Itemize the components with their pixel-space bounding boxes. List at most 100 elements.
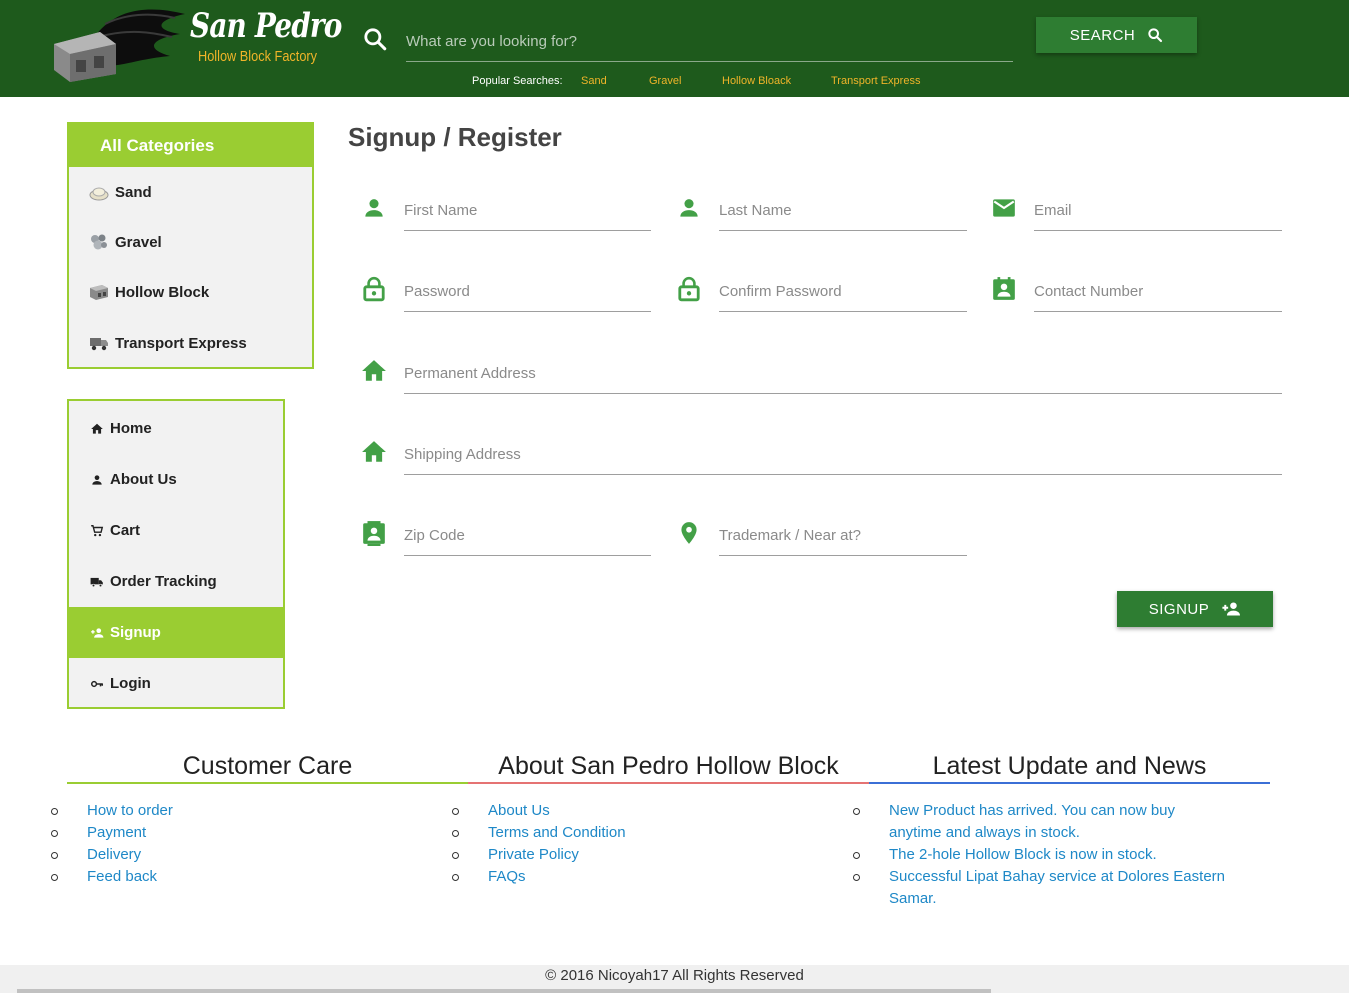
first-name-field-group <box>361 191 651 231</box>
contact-card-icon <box>363 521 385 546</box>
person-icon <box>680 199 698 217</box>
footer-section-title: Customer Care <box>67 752 468 784</box>
confirm-password-input[interactable] <box>719 272 967 312</box>
footer-news-list: New Product has arrived. You can now buy… <box>851 800 1229 910</box>
shipping-address-field-group <box>361 435 1282 475</box>
search-button-label: SEARCH <box>1069 26 1136 44</box>
nav-item-cart[interactable]: Cart <box>69 505 283 556</box>
person-add-icon <box>1222 602 1241 616</box>
category-label: Hollow Block <box>115 283 210 301</box>
footer-link-delivery[interactable]: Delivery <box>49 844 429 866</box>
contact-number-field-group <box>991 272 1282 312</box>
person-icon <box>365 199 383 217</box>
hollow-block-icon <box>90 285 108 300</box>
footer-link-list: About Us Terms and Condition Private Pol… <box>450 800 830 888</box>
zip-code-field-group <box>361 516 651 556</box>
search-icon <box>1148 28 1163 43</box>
last-name-input[interactable] <box>719 191 967 231</box>
nav-panel: Home About Us Cart Order Tracking Signup… <box>67 399 285 709</box>
header-bar: San Pedro Hollow Block Factory SEARCH Po… <box>0 0 1349 97</box>
category-item-hollow-block[interactable]: Hollow Block <box>89 279 209 305</box>
nav-item-home[interactable]: Home <box>69 403 283 454</box>
popular-searches-label: Popular Searches: <box>472 75 563 87</box>
permanent-address-input[interactable] <box>404 354 1282 394</box>
footer-customer-care: Customer Care How to order Payment Deliv… <box>51 752 468 885</box>
categories-title: All Categories <box>69 124 312 167</box>
first-name-input[interactable] <box>404 191 651 231</box>
footer-link-feed-back[interactable]: Feed back <box>49 866 429 888</box>
nav-item-login[interactable]: Login <box>69 658 283 709</box>
nav-label: Cart <box>110 522 141 539</box>
nav-item-about-us[interactable]: About Us <box>69 454 283 505</box>
nav-label: Signup <box>110 624 161 641</box>
zip-code-input[interactable] <box>404 516 651 556</box>
sand-pile-icon <box>89 187 109 201</box>
hollow-block-logo-icon <box>54 9 185 82</box>
home-icon <box>362 441 386 462</box>
popular-link-gravel[interactable]: Gravel <box>649 75 681 87</box>
permanent-address-field-group <box>361 354 1282 394</box>
category-item-transport-express[interactable]: Transport Express <box>89 330 247 356</box>
truck-icon <box>90 577 103 587</box>
footer-link-payment[interactable]: Payment <box>49 822 429 844</box>
site-logo[interactable]: San Pedro Hollow Block Factory <box>50 4 342 86</box>
nav-item-order-tracking[interactable]: Order Tracking <box>69 556 283 607</box>
logo-subtitle: Hollow Block Factory <box>198 48 318 65</box>
news-item[interactable]: The 2-hole Hollow Block is now in stock. <box>851 844 1229 866</box>
category-item-sand[interactable]: Sand <box>89 179 152 205</box>
contact-number-input[interactable] <box>1034 272 1282 312</box>
footer-link-how-to-order[interactable]: How to order <box>49 800 429 822</box>
person-add-icon <box>91 627 104 638</box>
nav-label: About Us <box>110 471 177 488</box>
gravel-icon <box>91 234 107 250</box>
popular-link-hollow-block[interactable]: Hollow Bloack <box>722 75 791 87</box>
lock-icon <box>363 276 385 302</box>
home-icon <box>362 360 386 381</box>
email-icon <box>993 199 1015 217</box>
search-button[interactable]: SEARCH <box>1036 17 1197 53</box>
confirm-password-field-group <box>676 272 967 312</box>
home-icon <box>91 423 103 434</box>
shipping-address-input[interactable] <box>404 435 1282 475</box>
contact-phone-icon <box>993 277 1015 300</box>
popular-link-sand[interactable]: Sand <box>581 75 607 87</box>
nav-label: Order Tracking <box>110 573 217 590</box>
category-label: Gravel <box>115 233 162 251</box>
footer-about: About San Pedro Hollow Block About Us Te… <box>452 752 869 885</box>
page-title: Signup / Register <box>348 122 562 152</box>
categories-panel: All Categories Sand Gravel Hollow Block <box>67 122 314 369</box>
footer-link-terms[interactable]: Terms and Condition <box>450 822 830 844</box>
email-input[interactable] <box>1034 191 1282 231</box>
footer-link-faqs[interactable]: FAQs <box>450 866 830 888</box>
search-input[interactable] <box>406 22 1013 62</box>
search-icon[interactable] <box>362 26 388 52</box>
horizontal-scrollbar[interactable] <box>17 989 991 993</box>
nav-item-signup[interactable]: Signup <box>69 607 283 658</box>
trademark-field-group <box>676 516 967 556</box>
category-label: Transport Express <box>115 334 247 352</box>
last-name-field-group <box>676 191 967 231</box>
lock-icon <box>678 276 700 302</box>
password-input[interactable] <box>404 272 651 312</box>
person-icon <box>92 474 102 485</box>
trademark-input[interactable] <box>719 516 967 556</box>
footer-section-title: About San Pedro Hollow Block <box>468 752 869 784</box>
popular-link-transport-express[interactable]: Transport Express <box>831 75 920 87</box>
footer-link-privacy[interactable]: Private Policy <box>450 844 830 866</box>
category-label: Sand <box>115 183 152 201</box>
footer-news: Latest Update and News New Product has a… <box>853 752 1270 907</box>
email-field-group <box>991 191 1282 231</box>
signup-button[interactable]: SIGNUP <box>1117 591 1273 627</box>
news-item[interactable]: New Product has arrived. You can now buy… <box>851 800 1229 844</box>
signup-button-label: SIGNUP <box>1148 600 1210 618</box>
truck-icon <box>90 338 108 351</box>
cart-icon <box>91 524 104 536</box>
footer-link-list: How to order Payment Delivery Feed back <box>49 800 429 888</box>
footer-section-title: Latest Update and News <box>869 752 1270 784</box>
category-item-gravel[interactable]: Gravel <box>89 229 162 255</box>
nav-label: Login <box>110 675 151 692</box>
news-item[interactable]: Successful Lipat Bahay service at Dolore… <box>851 866 1229 910</box>
nav-label: Home <box>110 420 152 437</box>
location-pin-icon <box>681 522 697 544</box>
footer-link-about-us[interactable]: About Us <box>450 800 830 822</box>
